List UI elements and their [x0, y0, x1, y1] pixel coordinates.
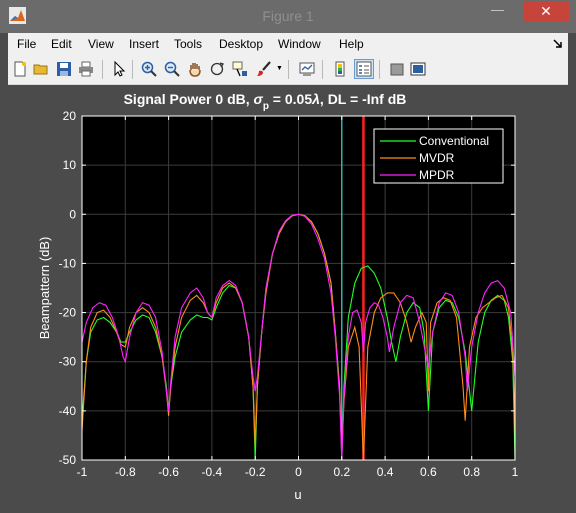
- chart-legend[interactable]: Conventional MVDR MPDR: [373, 128, 504, 184]
- y-axis-label: Beampattern (dB): [37, 237, 52, 340]
- x-tick-label: -0.8: [115, 465, 136, 479]
- x-axis-label: u: [294, 487, 301, 502]
- brush-dropdown-icon[interactable]: ▼: [276, 65, 283, 72]
- x-tick-label: 0.4: [377, 465, 394, 479]
- toolbar-separator: [132, 60, 133, 79]
- x-tick-label: -0.2: [245, 465, 266, 479]
- dock-arrow-icon[interactable]: [553, 39, 563, 49]
- y-tick-label: -50: [59, 453, 77, 467]
- new-figure-icon[interactable]: [12, 61, 28, 77]
- rotate-3d-icon[interactable]: [209, 61, 225, 77]
- x-tick-label: -0.6: [158, 465, 179, 479]
- save-icon[interactable]: [56, 61, 72, 77]
- chart-title: Signal Power 0 dB, σp = 0.05λ, DL = -Inf…: [124, 91, 407, 112]
- link-plot-icon[interactable]: [299, 61, 315, 77]
- x-tick-label: -1: [77, 465, 88, 479]
- show-plot-tools-icon[interactable]: [410, 61, 426, 77]
- legend-label-mpdr: MPDR: [419, 168, 455, 182]
- menu-edit[interactable]: Edit: [51, 37, 72, 51]
- open-file-icon[interactable]: [33, 61, 49, 77]
- figure-toolbar: ▼: [8, 55, 568, 85]
- pointer-icon[interactable]: [111, 61, 127, 77]
- y-tick-label: 0: [69, 207, 76, 221]
- figure-canvas: Signal Power 0 dB, σp = 0.05λ, DL = -Inf…: [8, 85, 568, 505]
- menu-desktop[interactable]: Desktop: [219, 37, 263, 51]
- menu-file[interactable]: File: [17, 37, 36, 51]
- close-button[interactable]: ✕: [523, 1, 569, 22]
- menu-tools[interactable]: Tools: [174, 37, 202, 51]
- y-tick-label: 20: [63, 109, 77, 123]
- x-tick-label: 0.6: [420, 465, 437, 479]
- menu-bar: File Edit View Insert Tools Desktop Wind…: [8, 33, 568, 55]
- toolbar-separator: [288, 60, 289, 79]
- pan-icon[interactable]: [187, 61, 203, 77]
- toolbar-separator: [102, 60, 103, 79]
- beampattern-chart[interactable]: Signal Power 0 dB, σp = 0.05λ, DL = -Inf…: [8, 85, 568, 505]
- brush-icon[interactable]: [256, 61, 272, 77]
- legend-icon[interactable]: [354, 59, 374, 79]
- y-tick-label: 10: [63, 158, 77, 172]
- y-tick-label: -20: [59, 306, 77, 320]
- menu-insert[interactable]: Insert: [129, 37, 159, 51]
- x-tick-label: 0.8: [463, 465, 480, 479]
- print-icon[interactable]: [78, 61, 94, 77]
- y-tick-label: -10: [59, 256, 77, 270]
- menu-help[interactable]: Help: [339, 37, 364, 51]
- x-tick-label: 1: [512, 465, 519, 479]
- menu-window[interactable]: Window: [278, 37, 321, 51]
- colorbar-icon[interactable]: [332, 61, 348, 77]
- minimize-button[interactable]: —: [484, 0, 511, 21]
- hide-plot-tools-icon[interactable]: [389, 61, 405, 77]
- y-tick-label: -40: [59, 404, 77, 418]
- zoom-out-icon[interactable]: [164, 61, 180, 77]
- toolbar-separator: [322, 60, 323, 79]
- x-tick-label: -0.4: [202, 465, 223, 479]
- toolbar-separator: [379, 60, 380, 79]
- legend-label-conventional: Conventional: [419, 134, 489, 148]
- zoom-in-icon[interactable]: [141, 61, 157, 77]
- data-cursor-icon[interactable]: [232, 61, 248, 77]
- x-tick-label: 0: [295, 465, 302, 479]
- legend-label-mvdr: MVDR: [419, 151, 455, 165]
- window-titlebar: Figure 1 — ✕: [0, 0, 576, 33]
- menu-view[interactable]: View: [88, 37, 114, 51]
- x-tick-label: 0.2: [333, 465, 350, 479]
- y-tick-label: -30: [59, 355, 77, 369]
